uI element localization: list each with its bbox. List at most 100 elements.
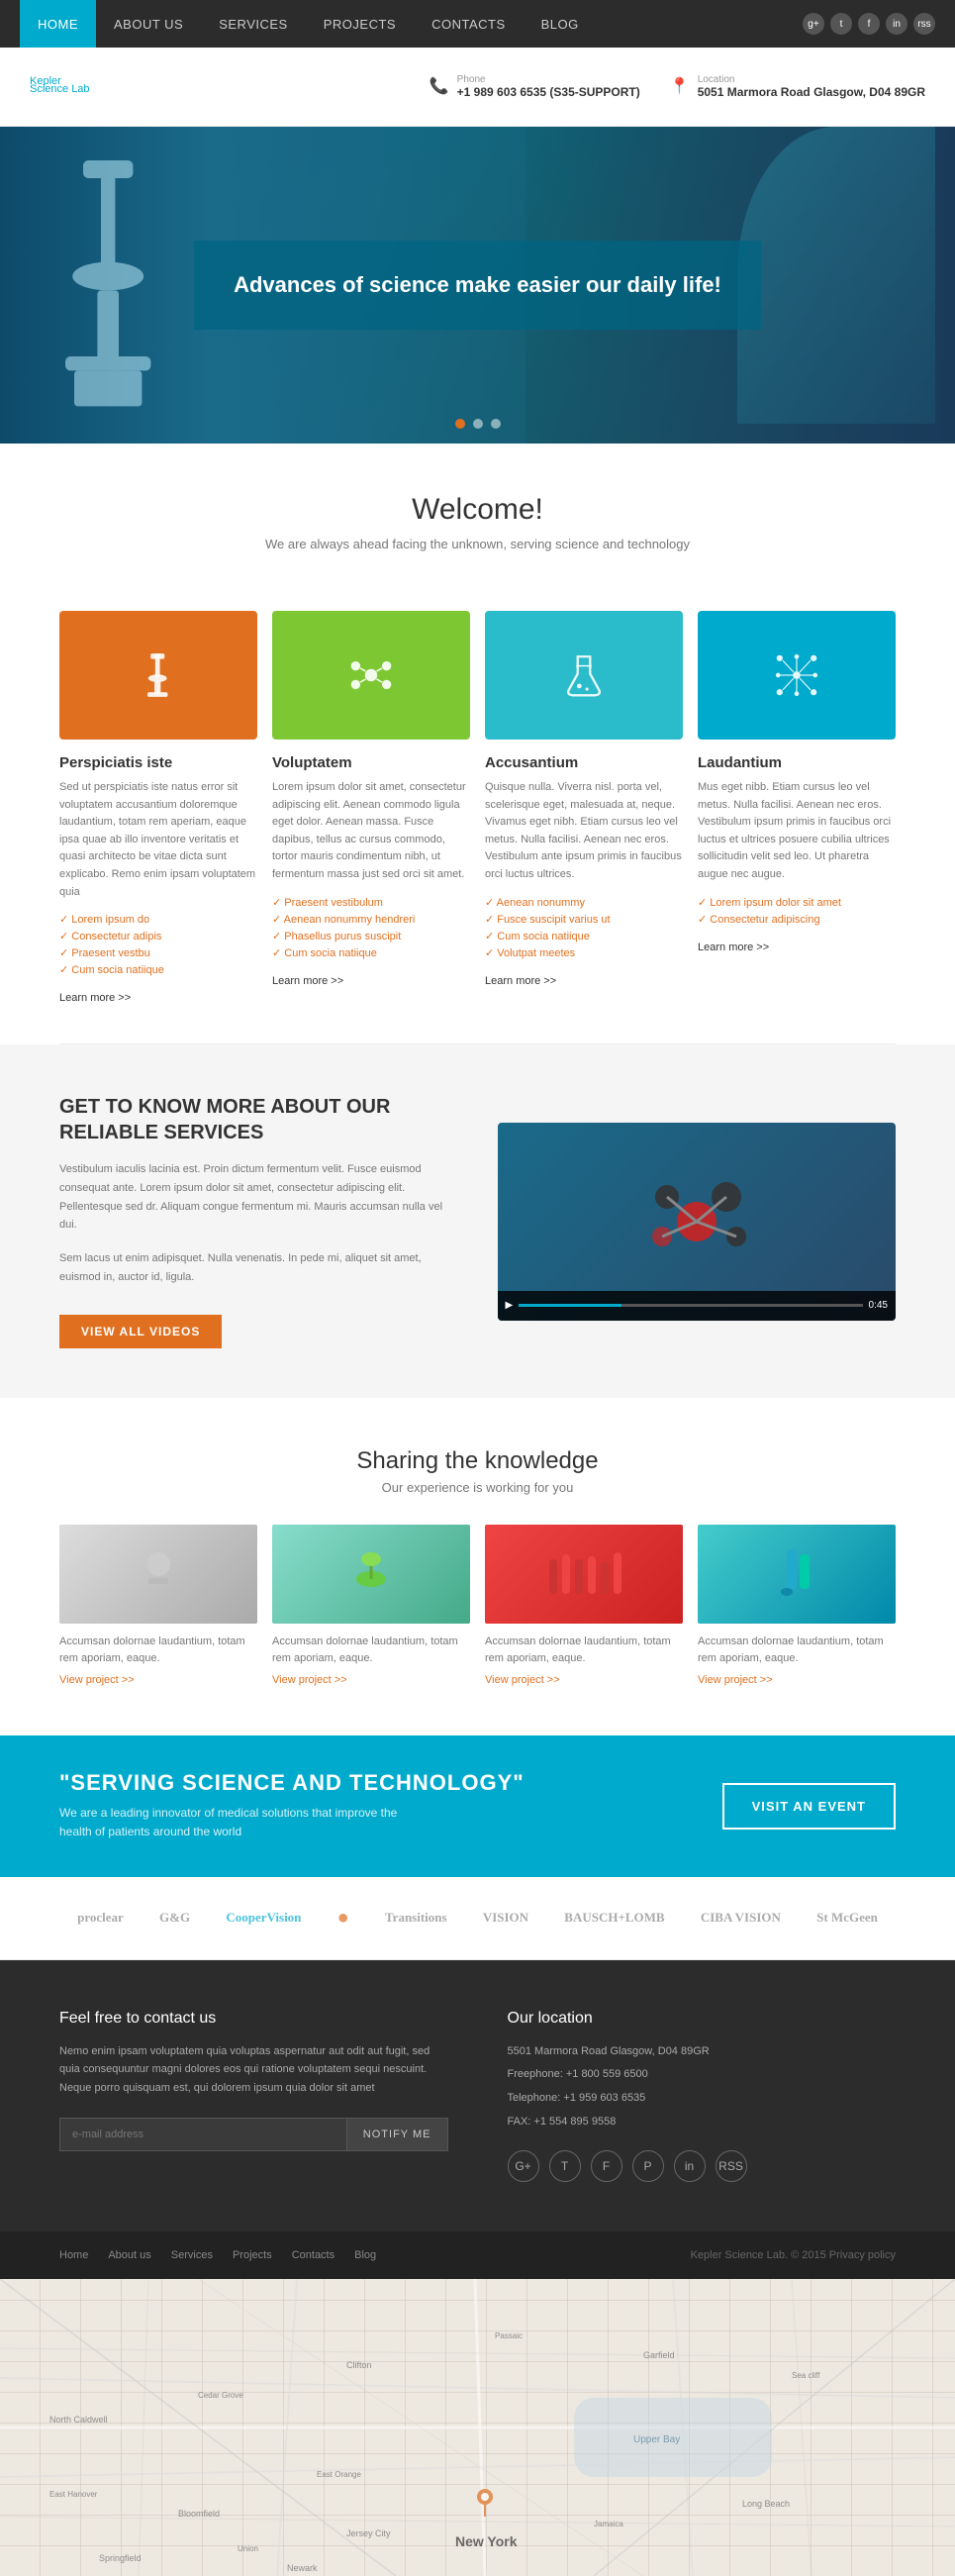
twitter-icon[interactable]: t bbox=[830, 13, 852, 35]
service-card-2: Voluptatem Lorem ipsum dolor sit amet, c… bbox=[272, 611, 470, 1004]
footer-twitter-icon[interactable]: T bbox=[549, 2150, 581, 2182]
svg-text:Springfield: Springfield bbox=[99, 2553, 142, 2563]
nav-item-contacts[interactable]: CONTACTS bbox=[414, 0, 524, 48]
brand-mcgeen: St McGeen bbox=[816, 1910, 878, 1926]
footer-nav-projects[interactable]: Projects bbox=[233, 2249, 272, 2261]
location-contact: 📍 Location 5051 Marmora Road Glasgow, D0… bbox=[670, 74, 925, 99]
visit-event-button[interactable]: VISIT AN EVENT bbox=[722, 1783, 896, 1830]
view-project-3[interactable]: View project >> bbox=[485, 1674, 560, 1686]
footer-nav-home[interactable]: Home bbox=[59, 2249, 88, 2261]
service-title-2: Voluptatem bbox=[272, 754, 470, 771]
hero-dot-2[interactable] bbox=[473, 419, 483, 429]
facebook-icon[interactable]: f bbox=[858, 13, 880, 35]
knowledge-title: Sharing the knowledge bbox=[59, 1447, 896, 1475]
footer-contact-title: Feel free to contact us bbox=[59, 2010, 448, 2028]
welcome-title: Welcome! bbox=[59, 493, 896, 527]
project-desc-3: Accumsan dolornae laudantium, totam rem … bbox=[485, 1634, 683, 1666]
svg-text:Newark: Newark bbox=[287, 2563, 318, 2573]
footer-nav-services[interactable]: Services bbox=[171, 2249, 213, 2261]
footer-contact-section: Feel free to contact us Nemo enim ipsam … bbox=[59, 2010, 448, 2183]
service-card-1: Perspiciatis iste Sed ut perspiciatis is… bbox=[59, 611, 257, 1004]
view-project-2[interactable]: View project >> bbox=[272, 1674, 347, 1686]
fax-value: +1 554 895 9558 bbox=[533, 2116, 616, 2128]
view-project-4[interactable]: View project >> bbox=[698, 1674, 773, 1686]
video-title: GET TO KNOW MORE ABOUT OUR RELIABLE SERV… bbox=[59, 1094, 458, 1145]
linkedin-icon[interactable]: in bbox=[886, 13, 907, 35]
footer-nav-about[interactable]: About us bbox=[108, 2249, 150, 2261]
cta-text: "SERVING SCIENCE AND TECHNOLOGY" We are … bbox=[59, 1770, 525, 1841]
service-desc-1: Sed ut perspiciatis iste natus error sit… bbox=[59, 779, 257, 901]
project-card-4: Accumsan dolornae laudantium, totam rem … bbox=[698, 1525, 896, 1686]
play-icon[interactable]: ▶ bbox=[506, 1300, 514, 1311]
view-project-1[interactable]: View project >> bbox=[59, 1674, 135, 1686]
footer-contact-desc: Nemo enim ipsam voluptatem quia voluptas… bbox=[59, 2042, 448, 2098]
view-all-videos-button[interactable]: VIEW ALL VIDEOS bbox=[59, 1315, 222, 1348]
nav-item-projects[interactable]: PROJECTS bbox=[306, 0, 414, 48]
social-icons: g+ t f in rss bbox=[803, 13, 935, 35]
footer-nav-contacts[interactable]: Contacts bbox=[292, 2249, 334, 2261]
cta-desc: We are a leading innovator of medical so… bbox=[59, 1804, 406, 1841]
header-contact: 📞 Phone +1 989 603 6535 (S35-SUPPORT) 📍 … bbox=[430, 74, 925, 99]
network-icon bbox=[772, 650, 821, 700]
project-image-4 bbox=[698, 1525, 896, 1624]
project-desc-2: Accumsan dolornae laudantium, totam rem … bbox=[272, 1634, 470, 1666]
service-list-2: Praesent vestibulum Aenean nonummy hendr… bbox=[272, 894, 470, 961]
telephone-label: Telephone bbox=[508, 2092, 558, 2104]
hero-dot-1[interactable] bbox=[455, 419, 465, 429]
google-plus-icon[interactable]: g+ bbox=[803, 13, 824, 35]
fax-label: FAX bbox=[508, 2116, 528, 2128]
learn-more-4[interactable]: Learn more >> bbox=[698, 941, 769, 953]
video-desc-2: Sem lacus ut enim adipisquet. Nulla vene… bbox=[59, 1249, 458, 1286]
learn-more-3[interactable]: Learn more >> bbox=[485, 975, 556, 987]
microscope-icon bbox=[134, 650, 183, 700]
phone-icon: 📞 bbox=[430, 76, 449, 96]
video-player[interactable]: ▶ 0:45 bbox=[498, 1123, 897, 1321]
logo[interactable]: Kepler Science Lab bbox=[30, 79, 90, 95]
footer-rss-icon[interactable]: RSS bbox=[716, 2150, 747, 2182]
svg-text:Upper Bay: Upper Bay bbox=[633, 2434, 680, 2445]
nav-item-home[interactable]: HOME bbox=[20, 0, 96, 48]
freephone-label: Freephone bbox=[508, 2068, 560, 2080]
brands-section: proclear G&G CooperVision ● Transitions … bbox=[0, 1877, 955, 1960]
location-value: 5051 Marmora Road Glasgow, D04 89GR bbox=[698, 85, 925, 99]
nav-item-about[interactable]: ABOUT US bbox=[96, 0, 201, 48]
service-list-item: Aenean nonummy hendreri bbox=[272, 911, 470, 928]
learn-more-1[interactable]: Learn more >> bbox=[59, 992, 131, 1004]
location-icon: 📍 bbox=[670, 76, 690, 96]
footer-googleplus-icon[interactable]: G+ bbox=[508, 2150, 539, 2182]
service-list-item: Cum socia natiique bbox=[272, 944, 470, 961]
brand-gg: G&G bbox=[159, 1910, 190, 1926]
map-section[interactable]: North Caldwell Cedar Grove Clifton Passa… bbox=[0, 2279, 955, 2576]
footer-address: 5501 Marmora Road Glasgow, D04 89GR bbox=[508, 2042, 897, 2061]
footer-facebook-icon[interactable]: F bbox=[591, 2150, 622, 2182]
svg-text:North Caldwell: North Caldwell bbox=[49, 2415, 108, 2425]
notify-button[interactable]: NOTIFY ME bbox=[347, 2118, 448, 2151]
phone-contact: 📞 Phone +1 989 603 6535 (S35-SUPPORT) bbox=[430, 74, 640, 99]
service-list-item: Volutpat meetes bbox=[485, 944, 683, 961]
nav-item-services[interactable]: SERVICES bbox=[201, 0, 306, 48]
footer-linkedin-icon[interactable]: in bbox=[674, 2150, 706, 2182]
brand-proclear: proclear bbox=[77, 1910, 124, 1926]
project-card-3: Accumsan dolornae laudantium, totam rem … bbox=[485, 1525, 683, 1686]
freephone-value: +1 800 559 6500 bbox=[566, 2068, 648, 2080]
brand-transitions: Transitions bbox=[385, 1910, 447, 1926]
service-card-4: Laudantium Mus eget nibb. Etiam cursus l… bbox=[698, 611, 896, 1004]
footer-top: Feel free to contact us Nemo enim ipsam … bbox=[0, 1960, 955, 2232]
knowledge-section: Sharing the knowledge Our experience is … bbox=[0, 1398, 955, 1735]
video-controls: ▶ 0:45 bbox=[498, 1291, 897, 1321]
rss-icon[interactable]: rss bbox=[913, 13, 935, 35]
nav-item-blog[interactable]: BLOG bbox=[524, 0, 597, 48]
footer-pinterest-icon[interactable]: P bbox=[632, 2150, 664, 2182]
service-list-item: Aenean nonummy bbox=[485, 894, 683, 911]
svg-text:Cedar Grove: Cedar Grove bbox=[198, 2391, 243, 2400]
hero-dot-3[interactable] bbox=[491, 419, 501, 429]
svg-text:East Orange: East Orange bbox=[317, 2470, 361, 2479]
service-list-item: Fusce suscipit varius ut bbox=[485, 911, 683, 928]
video-time: 0:45 bbox=[869, 1300, 888, 1311]
learn-more-2[interactable]: Learn more >> bbox=[272, 975, 343, 987]
project-card-2: Accumsan dolornae laudantium, totam rem … bbox=[272, 1525, 470, 1686]
email-input[interactable] bbox=[59, 2118, 347, 2151]
footer-nav-blog[interactable]: Blog bbox=[354, 2249, 376, 2261]
footer-nav: Home About us Services Projects Contacts… bbox=[59, 2249, 376, 2261]
video-desc-1: Vestibulum iaculis lacinia est. Proin di… bbox=[59, 1160, 458, 1235]
